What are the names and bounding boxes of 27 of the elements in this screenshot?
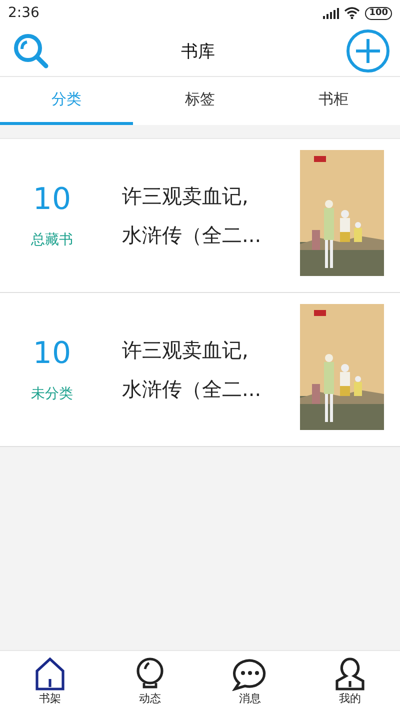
status-time: 2:36 [8, 5, 40, 21]
home-icon [33, 656, 67, 690]
tab[interactable]: 标签 [133, 77, 267, 125]
nav-item[interactable]: 消息 [200, 651, 300, 711]
add-button[interactable] [346, 29, 390, 73]
category-label: 总藏书 [31, 231, 73, 249]
book-titles: 水浒传（全二... [122, 376, 262, 402]
wifi-icon [344, 7, 360, 19]
plus-icon [346, 29, 390, 73]
person-icon [333, 656, 367, 690]
battery-level: 100 [365, 6, 392, 20]
search-button[interactable] [12, 32, 50, 70]
book-titles: 许三观卖血记, [122, 182, 250, 210]
search-icon [12, 32, 50, 70]
book-card[interactable]: 10 总藏书 许三观卖血记, 水浒传（全二... [0, 138, 400, 293]
book-titles: 水浒传（全二... [122, 222, 262, 248]
page-title: 书库 [181, 40, 215, 62]
category-label: 未分类 [31, 385, 73, 403]
book-titles: 许三观卖血记, [122, 336, 250, 364]
nav-item[interactable]: 动态 [100, 651, 200, 711]
nav-item[interactable]: 我的 [300, 651, 400, 711]
signal-icon [323, 8, 340, 18]
nav-item[interactable]: 书架 [0, 651, 100, 711]
tab[interactable]: 书柜 [266, 77, 400, 125]
book-card[interactable]: 10 未分类 许三观卖血记, 水浒传（全二... [0, 293, 400, 447]
book-count: 10 [32, 182, 72, 217]
book-count: 10 [32, 336, 72, 371]
